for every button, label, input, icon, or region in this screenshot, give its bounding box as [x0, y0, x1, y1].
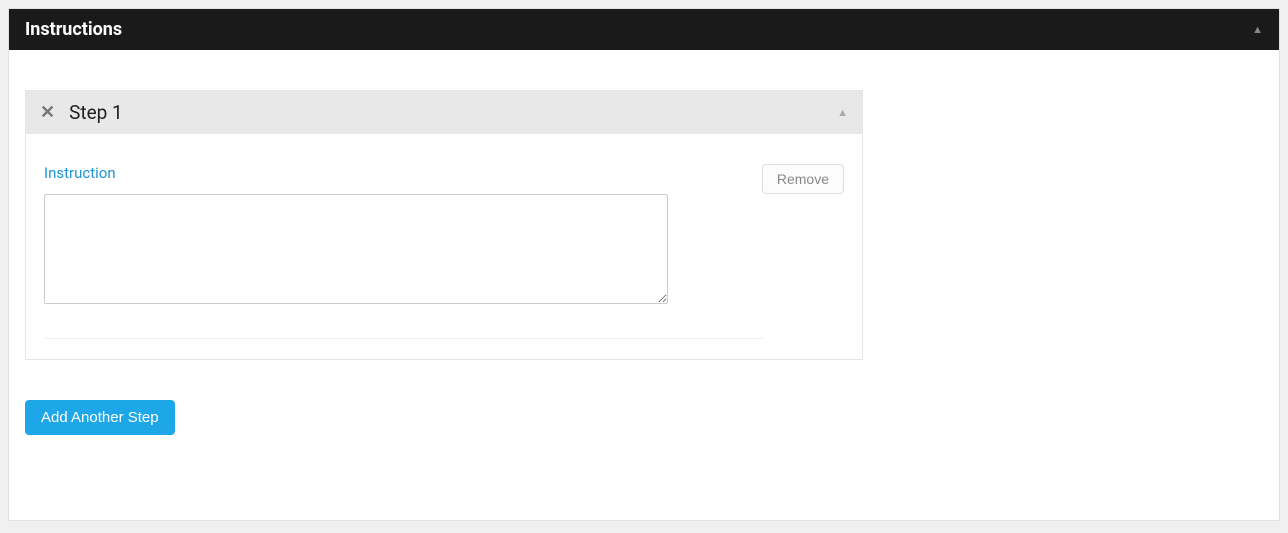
add-step-button[interactable]: Add Another Step [25, 400, 175, 435]
step-header: ✕ Step 1 ▲ [26, 91, 862, 134]
panel-header: Instructions ▲ [9, 9, 1279, 50]
panel-collapse-icon[interactable]: ▲ [1252, 23, 1263, 36]
step-title: Step 1 [69, 101, 123, 124]
step-row: Instruction Remove [44, 164, 844, 308]
step-collapse-icon[interactable]: ▲ [837, 106, 848, 119]
instruction-field: Instruction [44, 164, 668, 308]
step-body: Instruction Remove [26, 134, 862, 359]
step-card: ✕ Step 1 ▲ Instruction Remove [25, 90, 863, 360]
remove-button[interactable]: Remove [762, 164, 844, 194]
instruction-label: Instruction [44, 164, 668, 182]
close-icon[interactable]: ✕ [40, 104, 55, 122]
panel-body: ✕ Step 1 ▲ Instruction Remove Add Anothe… [9, 50, 1279, 520]
remove-column: Remove [762, 164, 844, 194]
instructions-panel: Instructions ▲ ✕ Step 1 ▲ Instruction Re… [8, 8, 1280, 521]
step-divider [44, 338, 764, 339]
instruction-input[interactable] [44, 194, 668, 304]
panel-title: Instructions [25, 19, 122, 40]
